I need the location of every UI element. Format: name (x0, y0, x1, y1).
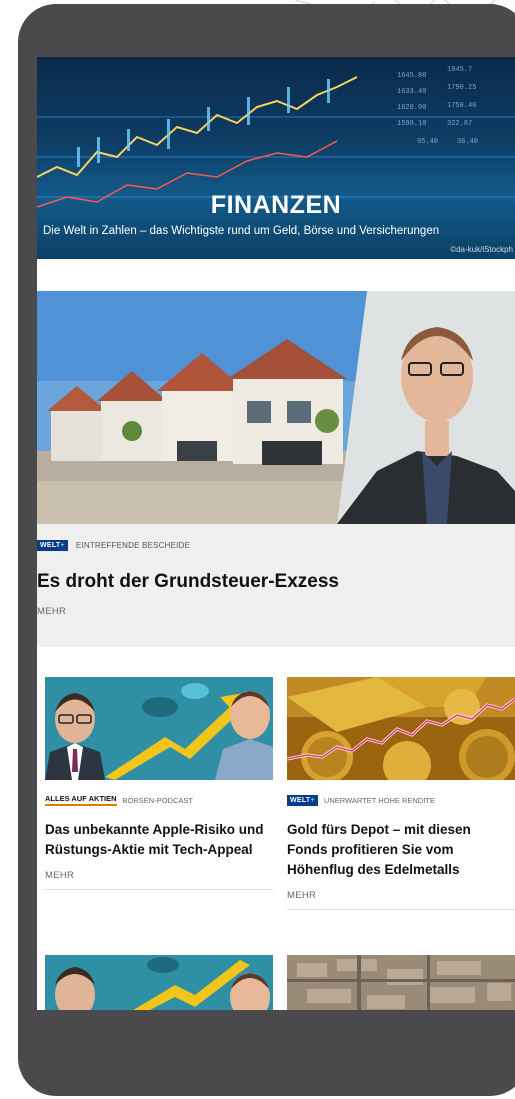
teaser-title-podcast[interactable]: Das unbekannte Apple-Risiko und Rüstungs… (45, 820, 273, 860)
welt-plus-badge: WELT+ (287, 794, 318, 806)
teaser-more-link-podcast[interactable]: MEHR (45, 870, 273, 890)
svg-text:322.87: 322.87 (447, 120, 472, 128)
teaser-kicker-bold: ALLES AUF AKTIEN (45, 794, 117, 806)
phone-screen[interactable]: 1645.88 1845.7 1633.40 1790.25 1620.00 1750… (37, 57, 515, 1010)
main-article-more-link[interactable]: MEHR (37, 606, 66, 617)
svg-text:95.40: 95.40 (417, 138, 438, 146)
svg-text:1633.40: 1633.40 (397, 88, 426, 96)
teaser-card-gold[interactable]: WELT+ UNERWARTET HOHE RENDITE Gold fürs … (287, 677, 515, 910)
main-article-title[interactable]: Es droht der Grundsteuer-Exzess (37, 571, 339, 593)
svg-text:1790.25: 1790.25 (447, 84, 476, 92)
teaser-image-gold[interactable] (287, 677, 515, 780)
welt-plus-badge: WELT+ (37, 539, 68, 551)
svg-text:1620.00: 1620.00 (397, 104, 426, 112)
teaser-image-city-next[interactable] (287, 955, 515, 1010)
main-article-image[interactable] (37, 291, 515, 524)
teaser-meta-podcast: ALLES AUF AKTIEN BÖRSEN-PODCAST (45, 794, 273, 806)
hero-title: FINANZEN (210, 191, 342, 219)
svg-text:1645.88: 1645.88 (397, 72, 426, 80)
main-article-meta: WELT+ EINTREFFENDE BESCHEIDE (37, 539, 190, 551)
main-article-kicker: EINTREFFENDE BESCHEIDE (75, 540, 191, 550)
teaser-card-podcast[interactable]: ALLES AUF AKTIEN BÖRSEN-PODCAST Das unbe… (45, 677, 273, 890)
teaser-image-podcast[interactable] (45, 677, 273, 780)
teaser-image-podcast-next[interactable] (45, 955, 273, 1010)
svg-text:1750.40: 1750.40 (447, 102, 476, 110)
hero-image-credit: ©da-kuk/iStockph (450, 245, 513, 254)
teaser-title-gold[interactable]: Gold fürs Depot – mit diesen Fonds profi… (287, 820, 515, 880)
svg-text:1845.7: 1845.7 (447, 66, 472, 74)
teaser-meta-gold: WELT+ UNERWARTET HOHE RENDITE (287, 794, 515, 806)
svg-text:1598.10: 1598.10 (397, 120, 426, 128)
finance-hero-banner[interactable]: 1645.88 1845.7 1633.40 1790.25 1620.00 1750… (37, 57, 515, 259)
svg-text:36.40: 36.40 (457, 138, 478, 146)
hero-subtitle: Die Welt in Zahlen – das Wichtigste rund… (43, 225, 440, 237)
teaser-kicker: UNERWARTET HOHE RENDITE (323, 795, 435, 805)
teaser-more-link-gold[interactable]: MEHR (287, 890, 515, 910)
main-article-card[interactable]: WELT+ EINTREFFENDE BESCHEIDE Es droht de… (37, 291, 515, 647)
teaser-kicker: BÖRSEN-PODCAST (122, 795, 193, 805)
